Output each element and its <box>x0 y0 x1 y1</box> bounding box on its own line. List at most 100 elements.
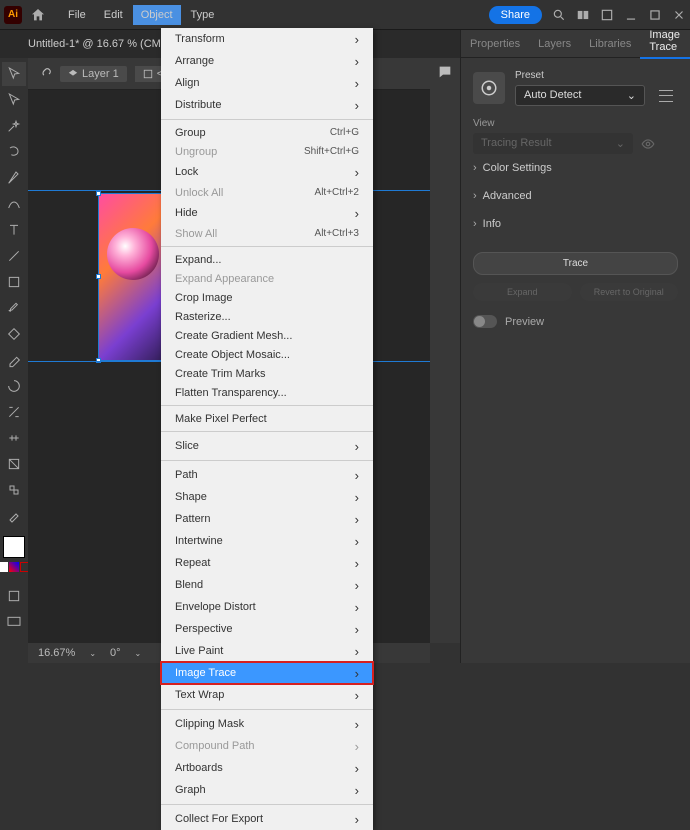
menu-item-transform[interactable]: Transform <box>161 28 373 50</box>
share-button[interactable]: Share <box>489 6 542 24</box>
menu-item-crop-image[interactable]: Crop Image <box>161 288 373 307</box>
shape-builder-tool[interactable] <box>2 478 26 502</box>
menu-item-rasterize[interactable]: Rasterize... <box>161 307 373 326</box>
titlebar: Ai FileEditObjectType Share <box>0 0 690 30</box>
menu-item-expand[interactable]: Expand... <box>161 250 373 269</box>
section-color-settings[interactable]: Color Settings <box>473 154 678 182</box>
menu-item-collect-for-export[interactable]: Collect For Export <box>161 808 373 830</box>
menu-item-graph[interactable]: Graph <box>161 779 373 801</box>
layers-icon <box>68 69 78 79</box>
panel-tabs: PropertiesLayersLibrariesImage Trace <box>461 30 690 58</box>
link-icon[interactable] <box>38 67 52 81</box>
menu-item-live-paint[interactable]: Live Paint <box>161 640 373 662</box>
menu-item-hide[interactable]: Hide <box>161 202 373 224</box>
home-icon[interactable] <box>30 7 46 23</box>
preset-label: Preset <box>515 70 673 81</box>
menu-item-clipping-mask[interactable]: Clipping Mask <box>161 713 373 735</box>
panel-tab-image-trace[interactable]: Image Trace <box>640 29 690 59</box>
section-info[interactable]: Info <box>473 210 678 238</box>
view-label: View <box>473 118 678 129</box>
document-tab[interactable]: Untitled-1* @ 16.67 % (CMY...) <box>28 38 180 50</box>
menu-item-envelope-distort[interactable]: Envelope Distort <box>161 596 373 618</box>
layer-indicator[interactable]: Layer 1 <box>60 66 127 82</box>
preview-label: Preview <box>505 316 544 328</box>
preview-toggle[interactable] <box>473 315 497 328</box>
menu-item-lock[interactable]: Lock <box>161 161 373 183</box>
curvature-tool[interactable] <box>2 192 26 216</box>
menu-item-text-wrap[interactable]: Text Wrap <box>161 684 373 706</box>
pen-tool[interactable] <box>2 166 26 190</box>
panel-dock-strip <box>430 58 460 643</box>
preset-select[interactable]: Auto Detect⌄ <box>515 85 645 106</box>
search-icon[interactable] <box>552 8 566 22</box>
arrange-icon[interactable] <box>576 8 590 22</box>
section-advanced[interactable]: Advanced <box>473 182 678 210</box>
rotate-view[interactable]: 0° <box>110 647 121 659</box>
direct-selection-tool[interactable] <box>2 88 26 112</box>
menu-item-flatten-transparency[interactable]: Flatten Transparency... <box>161 383 373 402</box>
color-mode-icon[interactable] <box>0 562 8 572</box>
rectangle-tool[interactable] <box>2 270 26 294</box>
menu-edit[interactable]: Edit <box>96 5 131 25</box>
lasso-tool[interactable] <box>2 140 26 164</box>
tools-panel <box>0 58 28 634</box>
menu-item-create-trim-marks[interactable]: Create Trim Marks <box>161 364 373 383</box>
gradient-mode-icon[interactable] <box>9 562 19 572</box>
menu-type[interactable]: Type <box>183 5 223 25</box>
trace-button[interactable]: Trace <box>473 252 678 275</box>
menu-item-artboards[interactable]: Artboards <box>161 757 373 779</box>
menu-item-slice[interactable]: Slice <box>161 435 373 457</box>
selection-tool[interactable] <box>2 62 26 86</box>
workspace-icon[interactable] <box>600 8 614 22</box>
free-transform-tool[interactable] <box>2 452 26 476</box>
eyedropper-tool[interactable] <box>2 504 26 528</box>
menu-item-blend[interactable]: Blend <box>161 574 373 596</box>
eraser-tool[interactable] <box>2 348 26 372</box>
comment-icon[interactable] <box>437 64 453 80</box>
close-icon[interactable] <box>672 8 686 22</box>
fill-color[interactable] <box>3 536 25 558</box>
shaper-tool[interactable] <box>2 322 26 346</box>
menu-item-pattern[interactable]: Pattern <box>161 508 373 530</box>
menu-item-align[interactable]: Align <box>161 72 373 94</box>
paintbrush-tool[interactable] <box>2 296 26 320</box>
panel-tab-layers[interactable]: Layers <box>529 38 580 50</box>
scale-tool[interactable] <box>2 400 26 424</box>
panel-tab-properties[interactable]: Properties <box>461 38 529 50</box>
screen-mode-icon[interactable] <box>2 610 26 634</box>
magic-wand-tool[interactable] <box>2 114 26 138</box>
menu-item-path[interactable]: Path <box>161 464 373 486</box>
menu-item-image-trace[interactable]: Image Trace <box>161 662 373 684</box>
object-menu-dropdown: TransformArrangeAlignDistribute GroupCtrl… <box>161 28 373 830</box>
panel-tab-libraries[interactable]: Libraries <box>580 38 640 50</box>
menu-item-make-pixel-perfect[interactable]: Make Pixel Perfect <box>161 409 373 428</box>
expand-button: Expand <box>473 283 572 301</box>
menu-item-distribute[interactable]: Distribute <box>161 94 373 116</box>
panel-menu-icon[interactable] <box>659 90 673 102</box>
rotate-tool[interactable] <box>2 374 26 398</box>
draw-mode-icon[interactable] <box>2 584 26 608</box>
menubar: FileEditObjectType <box>60 5 222 25</box>
menu-item-group[interactable]: GroupCtrl+G <box>161 123 373 142</box>
width-tool[interactable] <box>2 426 26 450</box>
menu-item-arrange[interactable]: Arrange <box>161 50 373 72</box>
menu-item-expand-appearance: Expand Appearance <box>161 269 373 288</box>
menu-item-shape[interactable]: Shape <box>161 486 373 508</box>
line-tool[interactable] <box>2 244 26 268</box>
menu-item-create-gradient-mesh[interactable]: Create Gradient Mesh... <box>161 326 373 345</box>
preset-preview-icon <box>473 72 505 104</box>
menu-object[interactable]: Object <box>133 5 181 25</box>
menu-item-perspective[interactable]: Perspective <box>161 618 373 640</box>
menu-item-intertwine[interactable]: Intertwine <box>161 530 373 552</box>
revert-button: Revert to Original <box>580 283 679 301</box>
type-tool[interactable] <box>2 218 26 242</box>
menu-file[interactable]: File <box>60 5 94 25</box>
menu-item-repeat[interactable]: Repeat <box>161 552 373 574</box>
maximize-icon[interactable] <box>648 8 662 22</box>
view-select: Tracing Result⌄ <box>473 133 633 154</box>
zoom-level[interactable]: 16.67% <box>38 647 75 659</box>
minimize-icon[interactable] <box>624 8 638 22</box>
menu-item-compound-path: Compound Path <box>161 735 373 757</box>
app-logo: Ai <box>4 6 22 24</box>
menu-item-create-object-mosaic[interactable]: Create Object Mosaic... <box>161 345 373 364</box>
